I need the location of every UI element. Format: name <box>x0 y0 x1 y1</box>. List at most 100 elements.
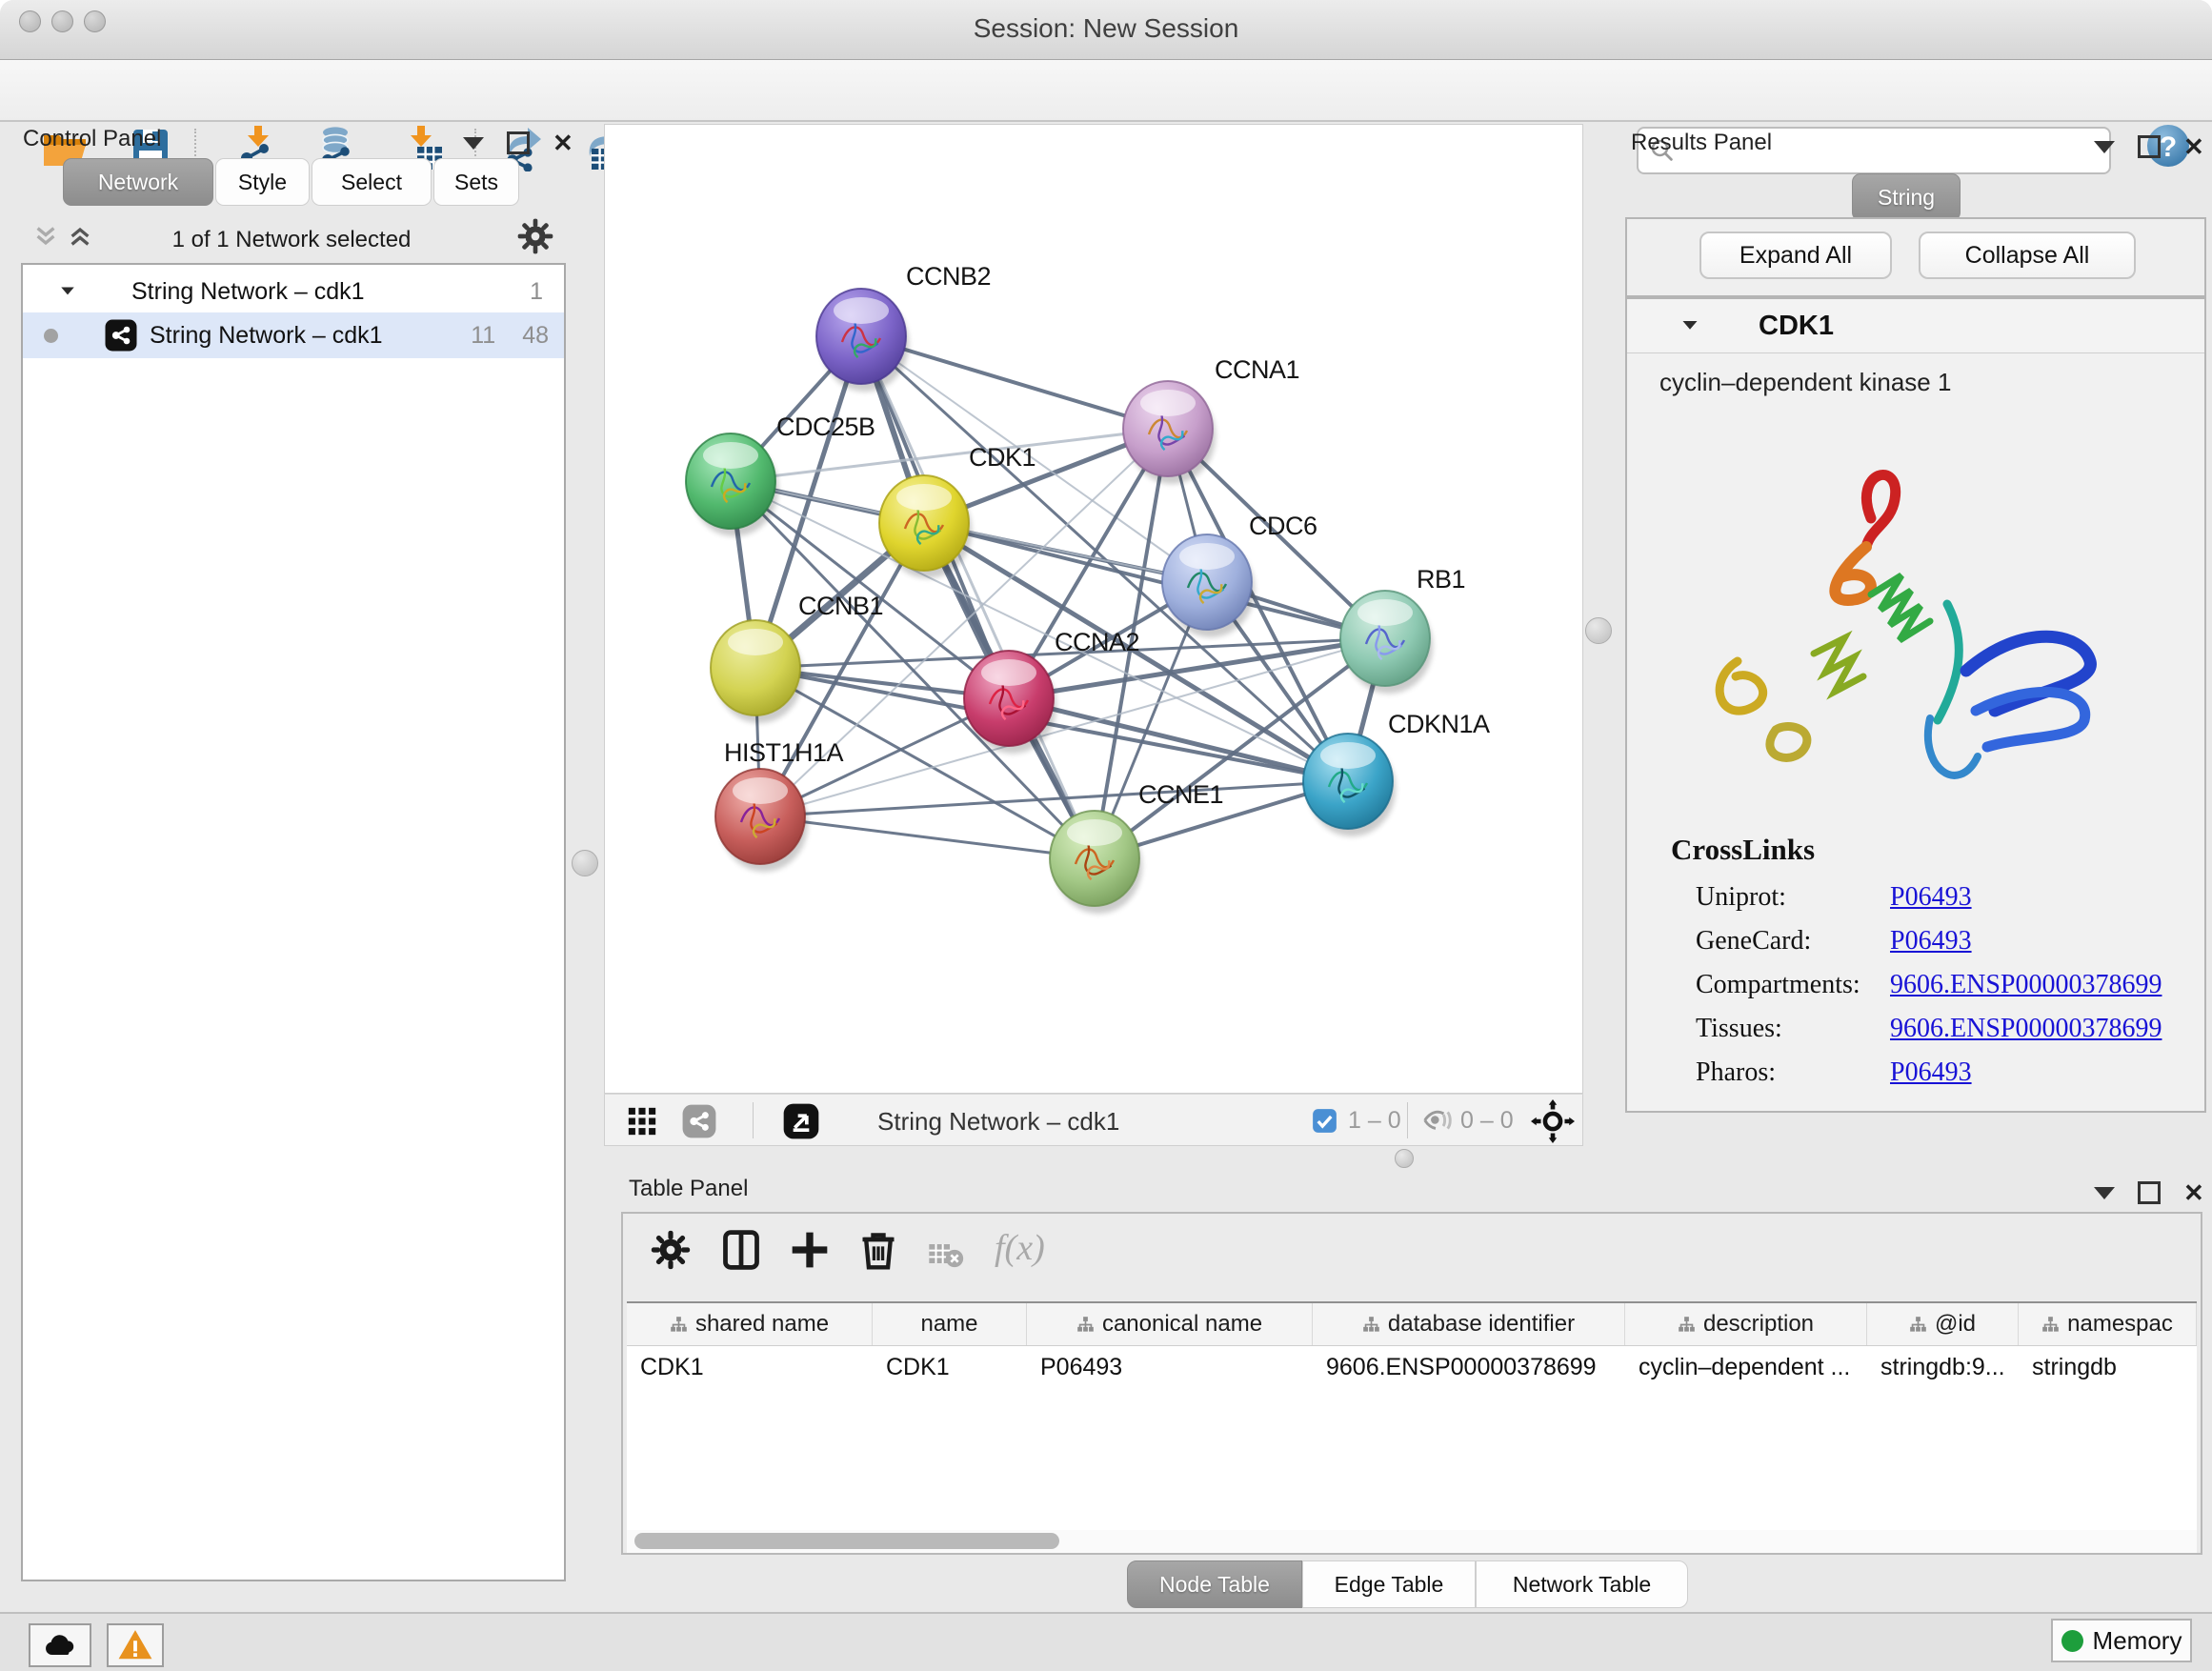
results-entry-panel: CDK1 cyclin–dependent kinase 1 CrossLink… <box>1625 297 2206 1113</box>
collapse-all-button[interactable]: Collapse All <box>1919 232 2136 279</box>
column-header-database-identifier[interactable]: database identifier <box>1313 1303 1625 1345</box>
node-CDKN1A[interactable] <box>1303 734 1396 836</box>
float-panel-icon[interactable] <box>2138 135 2161 158</box>
crosslink-link[interactable]: P06493 <box>1890 926 1972 956</box>
bottom-splitter-handle[interactable] <box>1395 1149 1414 1168</box>
collapse-panel-icon[interactable] <box>2094 1187 2115 1199</box>
node-CDC25B[interactable] <box>686 433 778 536</box>
tab-network[interactable]: Network <box>63 158 213 206</box>
column-header--id[interactable]: @id <box>1867 1303 2019 1345</box>
tab-network-table[interactable]: Network Table <box>1476 1560 1688 1608</box>
column-header-canonical-name[interactable]: canonical name <box>1027 1303 1313 1345</box>
crosslink-link[interactable]: 9606.ENSP00000378699 <box>1890 1014 2162 1044</box>
cloud-button[interactable] <box>29 1623 91 1667</box>
network-label: String Network – cdk1 <box>150 322 383 350</box>
entry-header[interactable]: CDK1 <box>1627 299 2204 353</box>
node-label: CCNA1 <box>1215 355 1299 384</box>
share-network-icon[interactable] <box>681 1103 717 1144</box>
shared-column-icon <box>1678 1316 1696 1334</box>
crosslink-label: Tissues: <box>1696 1014 1890 1044</box>
node-HIST1H1A[interactable] <box>715 769 808 872</box>
table-cell: P06493 <box>1027 1346 1313 1390</box>
selected-checkbox-icon[interactable] <box>1312 1108 1337 1138</box>
tab-sets[interactable]: Sets <box>433 158 519 206</box>
node-CCNB1[interactable] <box>711 620 803 723</box>
table-horizontal-scrollbar[interactable] <box>627 1530 2197 1553</box>
close-panel-icon[interactable]: ✕ <box>2183 1184 2204 1201</box>
results-panel-title: Results Panel <box>1631 130 1772 156</box>
crosslink-link[interactable]: 9606.ENSP00000378699 <box>1890 970 2162 1000</box>
tab-string[interactable]: String <box>1852 173 1961 221</box>
node-CDC6[interactable] <box>1162 534 1255 637</box>
table-cell: stringdb <box>2019 1346 2197 1390</box>
node-RB1[interactable] <box>1340 591 1433 694</box>
delete-column-icon[interactable] <box>857 1229 899 1276</box>
float-panel-icon[interactable] <box>507 131 530 154</box>
shared-column-icon <box>1909 1316 1927 1334</box>
network-collection-row[interactable]: String Network – cdk1 1 <box>23 271 564 312</box>
node-label: CCNB2 <box>906 262 991 291</box>
warnings-button[interactable] <box>107 1623 164 1667</box>
scrollbar-thumb[interactable] <box>634 1533 1059 1549</box>
table-cell: cyclin–dependent ... <box>1625 1346 1867 1390</box>
network-panel-gear-icon[interactable] <box>516 217 554 260</box>
column-header-description[interactable]: description <box>1625 1303 1867 1345</box>
application-window: Session: New Session <box>0 0 2212 1671</box>
tab-select[interactable]: Select <box>312 158 432 206</box>
float-panel-icon[interactable] <box>2138 1181 2161 1204</box>
expand-all-button[interactable]: Expand All <box>1699 232 1892 279</box>
tab-edge-table[interactable]: Edge Table <box>1302 1560 1476 1608</box>
memory-button[interactable]: Memory <box>2051 1619 2192 1662</box>
column-header-namespac[interactable]: namespac <box>2019 1303 2197 1345</box>
crosslink-row: GeneCard:P06493 <box>1696 919 2191 963</box>
network-row-selected[interactable]: String Network – cdk1 11 48 <box>23 312 564 358</box>
collection-label: String Network – cdk1 <box>131 278 365 306</box>
node-CDK1[interactable] <box>879 475 972 578</box>
shared-column-icon <box>1076 1316 1095 1334</box>
table-row[interactable]: CDK1CDK1P064939606.ENSP00000378699cyclin… <box>627 1346 2197 1390</box>
crosslink-label: GeneCard: <box>1696 926 1890 956</box>
node-label: RB1 <box>1417 565 1465 594</box>
collapse-panel-icon[interactable] <box>2094 141 2115 153</box>
control-panel-title: Control Panel <box>23 126 161 152</box>
close-panel-icon[interactable]: ✕ <box>2183 138 2204 155</box>
tab-node-table[interactable]: Node Table <box>1127 1560 1302 1608</box>
crosslink-link[interactable]: P06493 <box>1890 882 1972 913</box>
network-canvas[interactable]: CCNB2CCNA1CDC25BCDK1CDC6RB1CCNB1CCNA2CDK… <box>604 124 1583 1094</box>
node-count: 11 <box>471 322 495 350</box>
edge-CDK1-RB1[interactable] <box>924 523 1385 638</box>
show-columns-icon[interactable] <box>720 1229 762 1276</box>
collapse-all-networks-icon[interactable] <box>32 223 59 254</box>
title-bar: Session: New Session <box>0 0 2212 60</box>
hidden-counts: 0 – 0 <box>1460 1107 1514 1135</box>
crosslink-label: Pharos: <box>1696 1057 1890 1088</box>
table-cell: CDK1 <box>627 1346 873 1390</box>
column-header-shared-name[interactable]: shared name <box>627 1303 873 1345</box>
fit-content-crosshair-icon[interactable] <box>1531 1099 1575 1148</box>
table-settings-gear-icon[interactable] <box>650 1229 692 1276</box>
edge-CCNB2-CCNE1[interactable] <box>861 336 1095 858</box>
table-body: CDK1CDK1P064939606.ENSP00000378699cyclin… <box>627 1346 2197 1390</box>
open-in-window-icon[interactable] <box>782 1102 820 1145</box>
add-column-icon[interactable] <box>789 1229 831 1276</box>
right-splitter-handle[interactable] <box>1585 617 1612 644</box>
node-CCNB2[interactable] <box>816 289 909 392</box>
network-graph[interactable]: CCNB2CCNA1CDC25BCDK1CDC6RB1CCNB1CCNA2CDK… <box>605 125 1582 1093</box>
network-status-dot <box>44 329 58 343</box>
tree-expand-icon[interactable] <box>59 283 76 300</box>
crosslink-link[interactable]: P06493 <box>1890 1057 1972 1088</box>
column-header-name[interactable]: name <box>873 1303 1027 1345</box>
grid-view-icon[interactable] <box>626 1105 658 1142</box>
crosslink-label: Compartments: <box>1696 970 1890 1000</box>
node-CCNA1[interactable] <box>1123 381 1216 484</box>
warning-icon <box>117 1627 153 1663</box>
expand-all-networks-icon[interactable] <box>67 223 93 254</box>
left-splitter-handle[interactable] <box>572 850 598 876</box>
node-CCNE1[interactable] <box>1050 811 1142 914</box>
collapse-panel-icon[interactable] <box>463 137 484 150</box>
node-label: CDKN1A <box>1388 710 1490 738</box>
tab-style[interactable]: Style <box>215 158 310 206</box>
entry-collapse-icon[interactable] <box>1680 316 1699 335</box>
edge-CCNE1-HIST1H1A[interactable] <box>760 816 1095 858</box>
close-panel-icon[interactable]: ✕ <box>553 134 573 151</box>
